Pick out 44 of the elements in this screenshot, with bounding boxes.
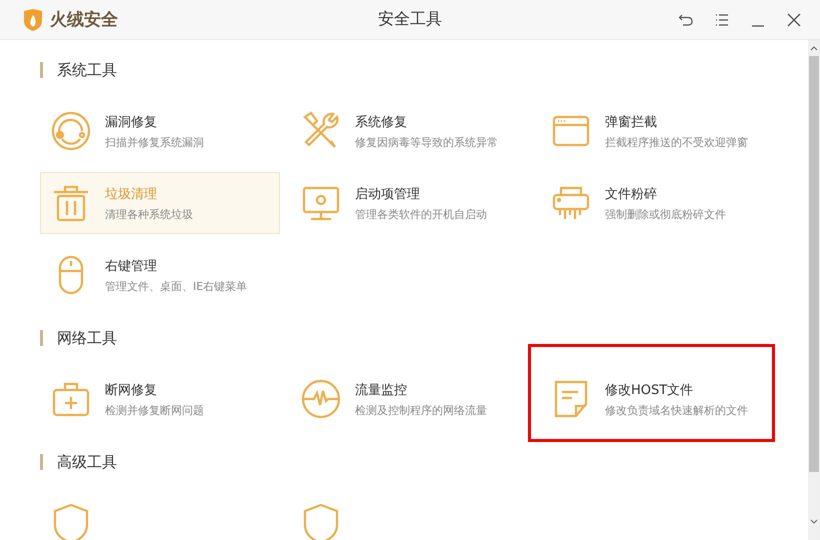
tool-description: 管理文件、桌面、IE右键菜单: [105, 278, 248, 294]
tool-title: 文件粉碎: [605, 186, 658, 202]
close-icon[interactable]: [786, 12, 802, 28]
back-arrow-icon[interactable]: [678, 12, 694, 28]
tool-title: 启动项管理: [355, 186, 421, 202]
flame-shield-logo-icon: [22, 8, 44, 32]
tool-description: 强制删除或彻底粉碎文件: [605, 206, 726, 222]
tool-item[interactable]: 修改HOST文件 修改负责域名快速解析的文件: [540, 368, 780, 430]
tool-description: 检测及控制程序的网络流量: [355, 402, 487, 418]
tool-item[interactable]: 弹窗拦截 拦截程序推送的不受欢迎弹窗: [540, 100, 780, 162]
app-name: 火绒安全: [50, 9, 118, 31]
scrollbar-drawing[interactable]: [808, 40, 820, 540]
menu-icon[interactable]: [714, 12, 730, 28]
tool-title: 流量监控: [355, 382, 408, 398]
shield-icon: [51, 503, 91, 540]
tool-title: 断网修复: [105, 382, 158, 398]
tool-description: 检测并修复断网问题: [105, 402, 204, 418]
trash-icon: [51, 183, 91, 223]
refresh-circle-icon: [51, 111, 91, 151]
tool-item[interactable]: 启动项管理 管理各类软件的开机自启动: [290, 172, 530, 234]
tool-item[interactable]: 系统修复 修复因病毒等导致的系统异常: [290, 100, 530, 162]
shield-icon: [301, 503, 341, 540]
section-title: 系统工具: [57, 60, 117, 80]
tool-description: 管理各类软件的开机自启动: [355, 206, 487, 222]
tool-title: 漏洞修复: [105, 114, 158, 130]
tool-description: 清理各种系统垃圾: [105, 206, 193, 222]
tool-item[interactable]: 文件粉碎 强制删除或彻底粉碎文件: [540, 172, 780, 234]
window-title: 安全工具: [378, 9, 442, 30]
section-title: 网络工具: [57, 328, 117, 348]
section-title: 高级工具: [57, 452, 117, 472]
tool-title: 右键管理: [105, 258, 158, 274]
tool-item[interactable]: 右键管理 管理文件、桌面、IE右键菜单: [40, 244, 280, 306]
tool-description: 修复因病毒等导致的系统异常: [355, 134, 498, 150]
tool-title: 系统修复: [355, 114, 408, 130]
tool-title: 垃圾清理: [105, 186, 158, 202]
tool-title: 修改HOST文件: [605, 382, 694, 398]
tool-item[interactable]: 流量监控 检测及控制程序的网络流量: [290, 368, 530, 430]
pulse-circle-icon: [301, 379, 341, 419]
tool-title: 弹窗拦截: [605, 114, 658, 130]
tool-description: 拦截程序推送的不受欢迎弹窗: [605, 134, 748, 150]
tool-item[interactable]: 漏洞修复 扫描并修复系统漏洞: [40, 100, 280, 162]
tool-description: 修改负责域名快速解析的文件: [605, 402, 748, 418]
tool-description: 扫描并修复系统漏洞: [105, 134, 204, 150]
tool-item[interactable]: 断网修复 检测并修复断网问题: [40, 368, 280, 430]
